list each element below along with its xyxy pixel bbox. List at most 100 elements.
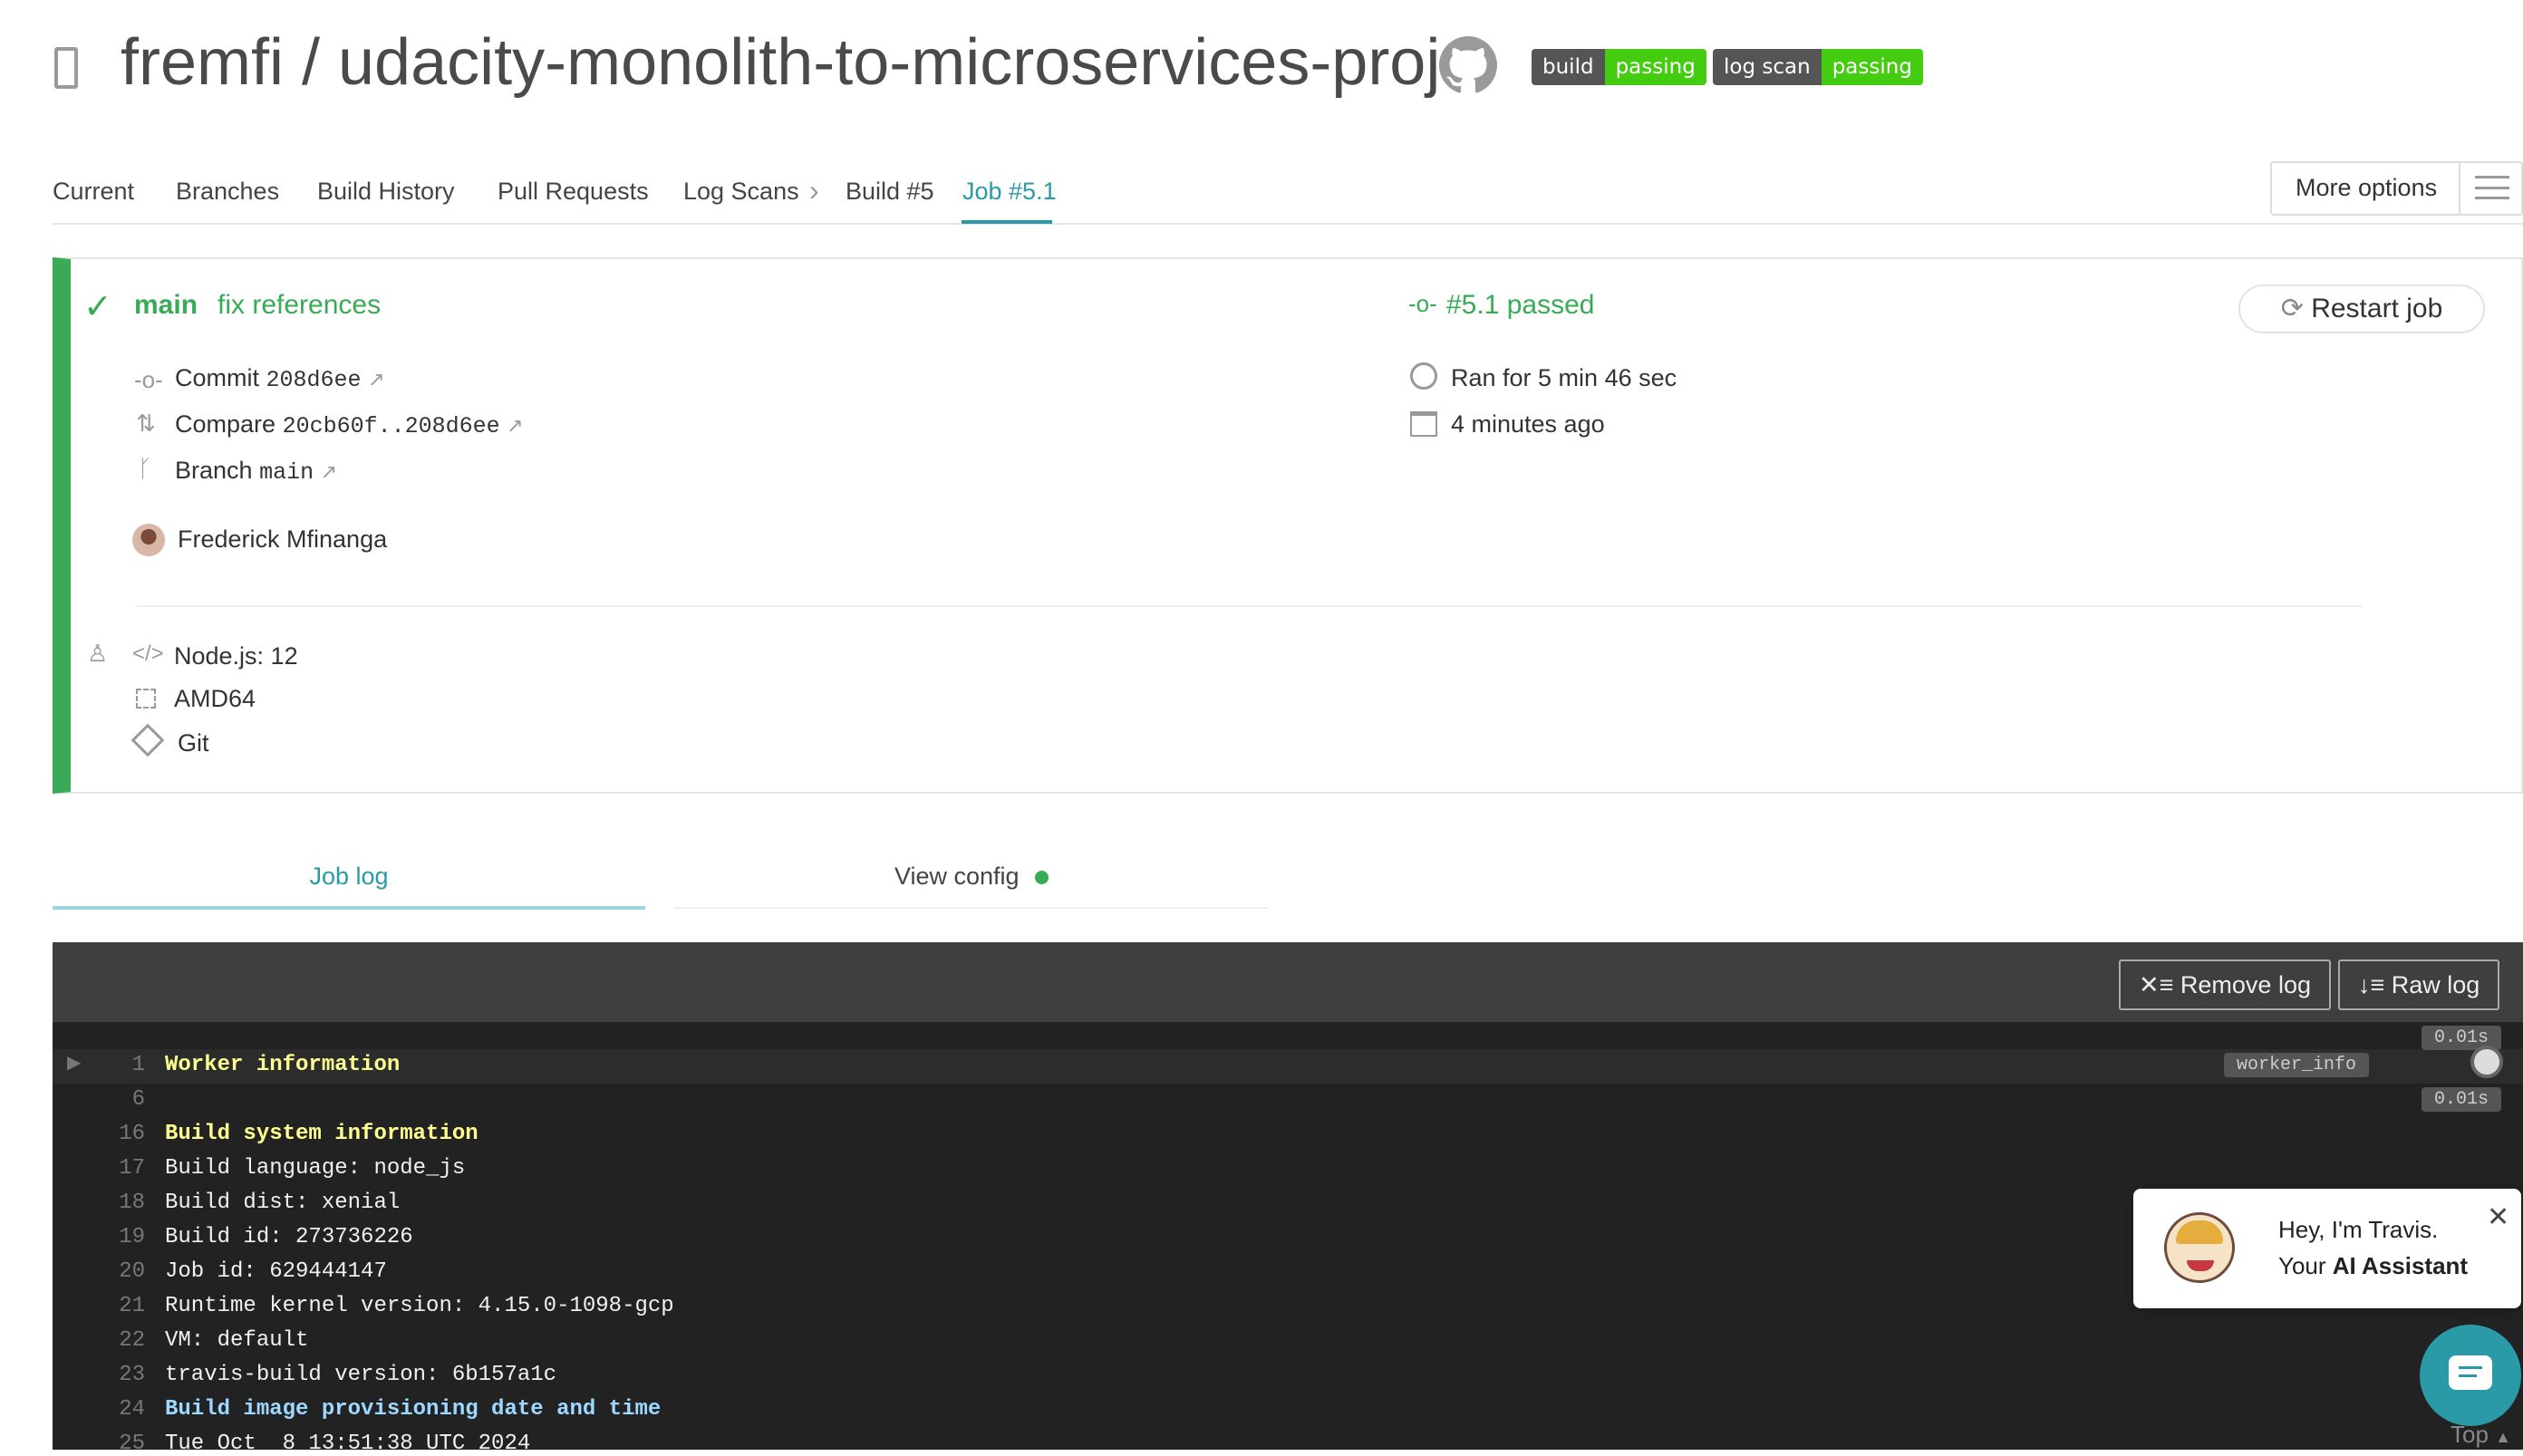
line-number[interactable]: 24 — [118, 1397, 145, 1422]
remove-log-label: Remove log — [2180, 971, 2311, 998]
line-number[interactable]: 23 — [118, 1363, 145, 1387]
restart-icon: ⟳ — [2280, 294, 2304, 323]
build-status-badge[interactable]: build passing — [1532, 49, 1706, 85]
language: Node.js: 12 — [174, 642, 298, 670]
close-icon[interactable]: ✕ — [2487, 1201, 2509, 1233]
view-config-label: View config — [894, 863, 1020, 890]
caret-up-icon: ▲ — [2495, 1428, 2511, 1446]
job-log-label: Job log — [309, 863, 389, 890]
travis-mascot-icon — [2164, 1212, 2235, 1283]
code-icon: </> — [132, 641, 164, 666]
fold-tag: worker_info — [2224, 1053, 2370, 1077]
github-icon[interactable] — [1439, 36, 1497, 94]
external-link-icon: ↗ — [507, 414, 524, 437]
passed-check-icon: ✓ — [83, 288, 112, 326]
commit-icon: -o- — [134, 366, 163, 393]
commit-sha: 208d6ee — [266, 367, 362, 393]
timing-badge: 0.01s — [2422, 1087, 2502, 1112]
tab-log-scans[interactable]: Log Scans — [683, 178, 799, 206]
repo-icon — [54, 47, 78, 89]
line-number[interactable]: 21 — [118, 1294, 145, 1318]
compare-icon: ⇅ — [136, 410, 156, 437]
branch-icon: ᚴ — [138, 455, 152, 482]
line-number[interactable]: 25 — [118, 1432, 145, 1456]
panel-divider — [136, 605, 2362, 607]
chevron-right-icon: › — [809, 174, 819, 207]
stopwatch-icon — [1410, 362, 1437, 390]
line-number[interactable]: 18 — [118, 1191, 145, 1215]
chat-launcher-button[interactable] — [2420, 1325, 2521, 1426]
log-line: Worker information — [165, 1053, 401, 1077]
log-line: Build image provisioning date and time — [165, 1397, 662, 1422]
linux-icon: ♙ — [87, 640, 109, 667]
line-number[interactable]: 16 — [118, 1122, 145, 1146]
vcs: Git — [178, 729, 209, 757]
author-name[interactable]: Frederick Mfinanga — [178, 526, 387, 554]
tab-pull-requests[interactable]: Pull Requests — [498, 178, 649, 206]
avatar[interactable] — [132, 524, 165, 556]
scroll-handle[interactable] — [2470, 1046, 2503, 1078]
badge-value: passing — [1604, 49, 1706, 85]
remove-log-button[interactable]: ✕≡ Remove log — [2119, 959, 2331, 1010]
log-line: Build language: node_js — [165, 1156, 466, 1181]
line-number[interactable]: 20 — [118, 1259, 145, 1284]
log-line: Runtime kernel version: 4.15.0-1098-gcp — [165, 1294, 674, 1318]
external-link-icon: ↗ — [320, 460, 338, 483]
more-options-button[interactable]: More options — [2270, 161, 2523, 216]
assistant-subtitle-bold: AI Assistant — [2332, 1252, 2469, 1279]
tab-branches[interactable]: Branches — [176, 178, 279, 206]
log-scan-badge[interactable]: log scan passing — [1713, 49, 1923, 85]
line-number[interactable]: 17 — [118, 1156, 145, 1181]
breadcrumb-build[interactable]: Build #5 — [846, 178, 934, 206]
finished-time: 4 minutes ago — [1451, 410, 1605, 438]
assistant-greeting: Hey, I'm Travis. — [2278, 1216, 2439, 1243]
job-log-tab-underline — [53, 906, 645, 910]
active-tab-indicator — [962, 220, 1052, 224]
tab-current[interactable]: Current — [53, 178, 134, 206]
restart-label: Restart job — [2311, 294, 2443, 323]
restart-job-button[interactable]: ⟳ Restart job — [2238, 284, 2485, 333]
line-number[interactable]: 6 — [118, 1087, 145, 1112]
remove-log-icon: ✕≡ — [2139, 971, 2174, 998]
tab-view-config[interactable]: View config — [674, 863, 1269, 891]
view-config-tab-underline — [674, 907, 1269, 909]
log-line: Tue Oct 8 13:51:38 UTC 2024 — [165, 1432, 531, 1456]
line-number[interactable]: 19 — [118, 1225, 145, 1249]
raw-log-label: Raw log — [2391, 971, 2480, 998]
line-number[interactable]: 1 — [118, 1053, 145, 1077]
hamburger-icon — [2475, 176, 2509, 199]
compare-row[interactable]: Compare 20cb60f..208d6ee ↗ — [175, 410, 524, 439]
more-options-label: More options — [2296, 174, 2438, 201]
log-fold-highlight — [53, 1049, 2523, 1084]
repo-title[interactable]: fremfi / udacity-monolith-to-microservic… — [121, 25, 1440, 100]
commit-message[interactable]: fix references — [218, 290, 381, 321]
chat-icon — [2449, 1355, 2492, 1390]
assistant-subtitle: Your AI Assistant — [2278, 1252, 2468, 1280]
back-to-top-link[interactable]: Top ▲ — [2450, 1421, 2511, 1449]
calendar-icon — [1410, 411, 1437, 437]
breadcrumb-job[interactable]: Job #5.1 — [962, 178, 1057, 206]
job-status[interactable]: #5.1 passed — [1446, 290, 1594, 321]
commit-label: Commit — [175, 364, 259, 391]
badge-label: build — [1532, 49, 1605, 85]
log-line: Build id: 273736226 — [165, 1225, 413, 1249]
log-line: Job id: 629444147 — [165, 1259, 387, 1284]
log-line: Build dist: xenial — [165, 1191, 401, 1215]
branch-row[interactable]: Branch main ↗ — [175, 457, 337, 486]
config-status-dot — [1035, 871, 1049, 884]
badge-value: passing — [1821, 49, 1923, 85]
log-line: Build system information — [165, 1122, 478, 1146]
tab-job-log[interactable]: Job log — [53, 863, 645, 891]
external-link-icon: ↗ — [368, 368, 385, 391]
commit-row[interactable]: Commit 208d6ee ↗ — [175, 364, 385, 393]
raw-log-icon: ↓≡ — [2358, 971, 2385, 998]
commit-status-icon: -o- — [1408, 290, 1437, 317]
duration: Ran for 5 min 46 sec — [1451, 364, 1677, 391]
raw-log-button[interactable]: ↓≡ Raw log — [2338, 959, 2500, 1010]
line-number[interactable]: 22 — [118, 1328, 145, 1353]
tab-build-history[interactable]: Build History — [317, 178, 455, 206]
top-label: Top — [2450, 1421, 2489, 1448]
branch-name[interactable]: main — [134, 290, 198, 321]
fold-arrow-icon[interactable]: ▶ — [67, 1051, 81, 1074]
assistant-popup[interactable]: Hey, I'm Travis. Your AI Assistant ✕ — [2133, 1189, 2521, 1308]
